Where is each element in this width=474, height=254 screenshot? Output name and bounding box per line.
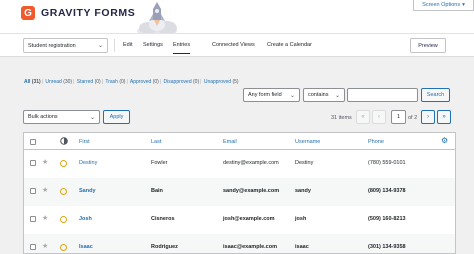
tab-connected-views[interactable]: Connected Views (212, 42, 255, 48)
chevron-down-icon: ⌄ (334, 93, 340, 99)
table-row[interactable]: ★ Destiny Fowler destiny@example.com Des… (24, 150, 455, 178)
cell-email: isaac@example.com (223, 244, 277, 250)
filter-trash[interactable]: Trash (0) (105, 79, 125, 85)
cell-email: destiny@example.com (223, 160, 279, 166)
preview-button[interactable]: Preview (410, 38, 446, 53)
form-selector-value: Student registration (28, 42, 76, 49)
search-button[interactable]: Search (421, 88, 450, 102)
column-username[interactable]: Username (295, 139, 320, 145)
page-total: of 2 (408, 115, 418, 121)
gravity-forms-logo: G GRAVITY FORMS (21, 6, 135, 20)
star-icon[interactable]: ★ (42, 215, 48, 222)
toolbar-divider (114, 39, 115, 52)
first-page-button[interactable]: « (356, 110, 370, 124)
form-selector[interactable]: Student registration ⌄ (23, 38, 108, 53)
column-first[interactable]: First (79, 139, 90, 145)
cell-phone: (780) 559-0101 (368, 160, 406, 166)
table-header: First Last Email Username Phone ⚙ (24, 133, 455, 150)
current-page-input[interactable]: 1 (391, 110, 406, 124)
entry-filter-links: All (31)| Unread (30)| Starred (0)| Tras… (24, 79, 239, 85)
next-page-button[interactable]: › (421, 110, 435, 124)
select-all-checkbox[interactable] (30, 139, 36, 145)
cell-email: josh@example.com (223, 216, 275, 222)
search-operator-select[interactable]: contains ⌄ (303, 88, 345, 102)
cell-username: isaac (295, 244, 309, 250)
apply-button[interactable]: Apply (103, 110, 130, 124)
cell-phone: (301) 134-9358 (368, 244, 406, 250)
cell-username: sandy (295, 188, 311, 194)
cell-email: sandy@example.com (223, 188, 280, 194)
status-circle-icon[interactable] (60, 244, 67, 251)
filter-unread[interactable]: Unread (30) (45, 79, 72, 85)
top-banner: G GRAVITY FORMS Screen Options ▾ (0, 0, 474, 36)
tab-create-calendar[interactable]: Create a Calendar (267, 42, 312, 48)
entries-table: First Last Email Username Phone ⚙ ★ Dest… (23, 132, 456, 254)
cell-last: Rodriguez (151, 244, 178, 250)
screen-options-label: Screen Options (422, 2, 461, 8)
search-field-select[interactable]: Any form field ⌄ (243, 88, 300, 102)
cell-first[interactable]: Sandy (79, 188, 96, 194)
prev-page-button[interactable]: ‹ (372, 110, 386, 124)
status-circle-icon[interactable] (60, 188, 67, 195)
search-field-value: Any form field (248, 92, 282, 98)
cell-last: Fowler (151, 160, 168, 166)
filter-unapproved[interactable]: Unapproved (5) (204, 79, 239, 85)
filter-starred[interactable]: Starred (0) (77, 79, 101, 85)
approval-status-icon[interactable] (60, 137, 68, 145)
star-icon[interactable]: ★ (42, 187, 48, 194)
bulk-actions-select[interactable]: Bulk actions ⌄ (23, 110, 100, 124)
bulk-actions-value: Bulk actions (28, 114, 58, 120)
status-circle-icon[interactable] (60, 160, 67, 167)
star-icon[interactable]: ★ (42, 159, 48, 166)
filter-all[interactable]: All (31) (24, 79, 41, 85)
cell-username: josh (295, 216, 307, 222)
column-phone[interactable]: Phone (368, 139, 384, 145)
cell-last: Cisneros (151, 216, 175, 222)
filter-disapproved[interactable]: Disapproved (0) (164, 79, 200, 85)
form-toolbar: Student registration ⌄ Edit Settings Ent… (0, 33, 474, 57)
cell-username: Destiny (295, 160, 314, 166)
column-email[interactable]: Email (223, 139, 237, 145)
cell-phone: (809) 134-9378 (368, 188, 406, 194)
tab-edit[interactable]: Edit (123, 42, 132, 48)
row-checkbox[interactable] (30, 216, 36, 222)
cell-first[interactable]: Destiny (79, 160, 97, 166)
chevron-down-icon: ⌄ (97, 43, 103, 49)
table-row[interactable]: ★ Isaac Rodriguez isaac@example.com isaa… (24, 234, 455, 253)
column-last[interactable]: Last (151, 139, 161, 145)
table-row[interactable]: ★ Josh Cisneros josh@example.com josh (5… (24, 206, 455, 234)
row-checkbox[interactable] (30, 188, 36, 194)
chevron-down-icon: ⌄ (89, 115, 95, 121)
screen-options-button[interactable]: Screen Options ▾ (413, 0, 474, 11)
cell-first[interactable]: Josh (79, 216, 92, 222)
tab-settings[interactable]: Settings (143, 42, 163, 48)
cell-phone: (509) 160-8213 (368, 216, 406, 222)
cell-first[interactable]: Isaac (79, 244, 93, 250)
items-count: 31 items (331, 115, 352, 121)
caret-down-icon: ▾ (462, 2, 465, 8)
chevron-down-icon: ⌄ (289, 93, 295, 99)
search-input[interactable] (347, 88, 418, 102)
star-icon[interactable]: ★ (42, 243, 48, 250)
filter-approved[interactable]: Approved (0) (130, 79, 159, 85)
search-operator-value: contains (308, 92, 329, 98)
row-checkbox[interactable] (30, 160, 36, 166)
logo-text: GRAVITY FORMS (41, 7, 136, 19)
tab-entries[interactable]: Entries (173, 42, 191, 54)
rocket-launch-icon (137, 2, 177, 36)
logo-mark-icon: G (21, 6, 35, 20)
status-circle-icon[interactable] (60, 216, 67, 223)
cell-last: Bain (151, 188, 163, 194)
row-checkbox[interactable] (30, 244, 36, 250)
gear-icon[interactable]: ⚙ (441, 137, 448, 145)
last-page-button[interactable]: » (437, 110, 451, 124)
table-row[interactable]: ★ Sandy Bain sandy@example.com sandy (80… (24, 178, 455, 206)
